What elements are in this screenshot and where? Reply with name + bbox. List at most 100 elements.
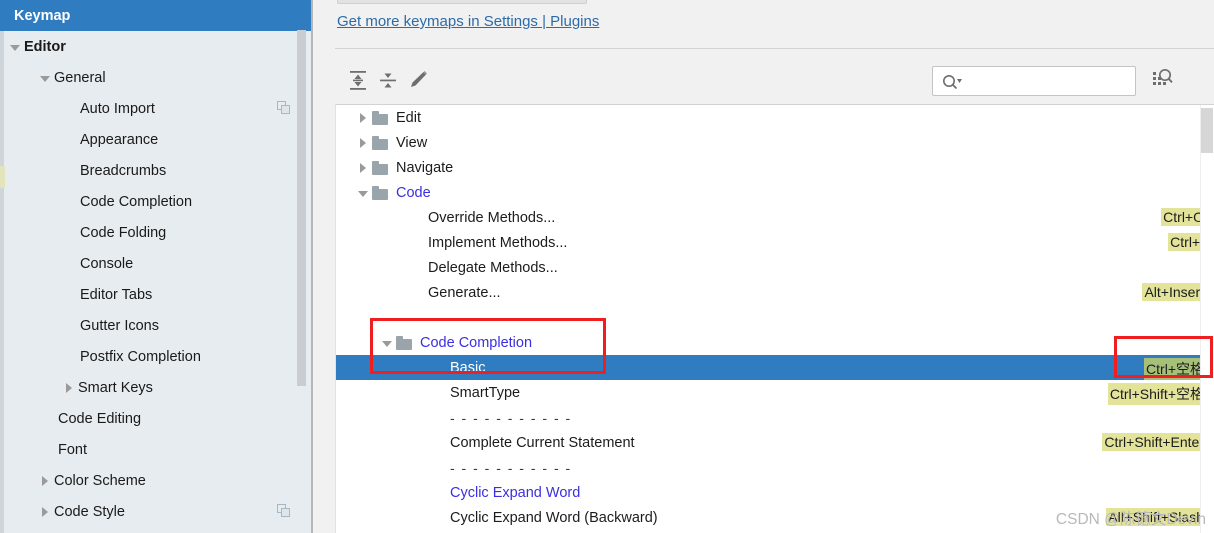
sidebar-item-code-editing[interactable]: Code Editing (0, 403, 311, 434)
tree-row[interactable]: SmartType Ctrl+Shift+空格 (336, 380, 1214, 405)
shortcut-badge: Ctrl+Shift+Enter (1102, 433, 1206, 451)
chevron-down-icon[interactable] (356, 186, 370, 200)
sidebar-item-label: Color Scheme (54, 472, 146, 489)
chevron-right-icon[interactable] (356, 161, 370, 175)
search-input[interactable] (967, 67, 1133, 95)
sidebar-item-label: Editor Tabs (80, 286, 153, 303)
tree-row[interactable]: Edit (336, 105, 1214, 130)
sidebar-item-label: Font (58, 441, 88, 458)
tree-row-label: View (396, 134, 428, 151)
chevron-right-icon[interactable] (356, 136, 370, 150)
sidebar-item-keymap[interactable]: Keymap (0, 0, 311, 31)
sidebar-item-postfix-completion[interactable]: Postfix Completion (0, 341, 311, 372)
folder-icon (372, 185, 389, 200)
tree-row-label: Override Methods... (428, 209, 556, 226)
search-icon[interactable] (941, 73, 965, 91)
tree-row[interactable]: Delegate Methods... (336, 255, 1214, 280)
watermark: CSDN @陈德文Devin (1055, 511, 1206, 528)
sidebar-item-smart-keys[interactable]: Smart Keys (0, 372, 311, 403)
sidebar-item-breadcrumbs[interactable]: Breadcrumbs (0, 155, 311, 186)
sidebar-item-color-scheme[interactable]: Color Scheme (0, 465, 311, 496)
tree-row-label: Cyclic Expand Word (450, 484, 581, 501)
shortcut-badge: Alt+Insert (1142, 283, 1206, 301)
copy-settings-icon[interactable] (277, 101, 291, 115)
sidebar-item-gutter-icons[interactable]: Gutter Icons (0, 310, 311, 341)
chevron-down-icon[interactable] (38, 71, 52, 85)
tree-separator: - - - - - - - - - - - (336, 455, 1214, 480)
sidebar-scrollbar-thumb[interactable] (297, 30, 306, 386)
tree-separator: - - - - - - - - - - - (336, 405, 1214, 430)
copy-settings-icon[interactable] (277, 504, 291, 518)
sidebar-item-console[interactable]: Console (0, 248, 311, 279)
tree-row-label: Code (396, 184, 431, 201)
folder-icon (372, 135, 389, 150)
header-divider (335, 48, 1214, 49)
sidebar-item-list[interactable]: Keymap Editor General Auto Import Appearance… (0, 0, 311, 527)
tree-scrollbar[interactable] (1200, 105, 1214, 533)
folder-icon (396, 335, 413, 350)
tree-row-label: Cyclic Expand Word (Backward) (450, 509, 658, 526)
sidebar-item-label: Code Completion (80, 193, 193, 210)
sidebar-item-label: Gutter Icons (80, 317, 159, 334)
expand-all-icon[interactable] (345, 67, 371, 93)
folder-icon (372, 110, 389, 125)
sidebar-item-code-completion[interactable]: Code Completion (0, 186, 311, 217)
tree-scrollbar-thumb[interactable] (1201, 108, 1213, 153)
sidebar-item-general[interactable]: General (0, 62, 311, 93)
sidebar-item-code-folding[interactable]: Code Folding (0, 217, 311, 248)
settings-keymap-window: Keymap Editor General Auto Import Appearance… (0, 0, 1214, 533)
sidebar-item-appearance[interactable]: Appearance (0, 124, 311, 155)
get-more-keymaps-link[interactable]: Get more keymaps in Settings | Plugins (337, 13, 599, 30)
tree-row[interactable]: Cyclic Expand Word (336, 480, 1214, 505)
chevron-right-icon[interactable] (356, 111, 370, 125)
keymap-actions-tree[interactable]: Edit View Navigate Code Override Methods... C… (335, 104, 1214, 533)
chevron-down-icon[interactable] (8, 40, 22, 54)
sidebar-item-editor-tabs[interactable]: Editor Tabs (0, 279, 311, 310)
tree-row[interactable]: Code (336, 180, 1214, 205)
sidebar-item-label: Smart Keys (78, 379, 153, 396)
tree-row-label: Edit (396, 109, 421, 126)
keymap-select-combobox[interactable] (337, 0, 587, 4)
sidebar-item-code-style[interactable]: Code Style (0, 496, 311, 527)
tree-row-label: Complete Current Statement (450, 434, 635, 451)
sidebar-item-label: Editor (24, 38, 66, 55)
sidebar-item-editor[interactable]: Editor (0, 31, 311, 62)
chevron-right-icon[interactable] (38, 505, 52, 519)
sidebar-item-label: Code Folding (80, 224, 167, 241)
sidebar-item-font[interactable]: Font (0, 434, 311, 465)
chevron-right-icon[interactable] (62, 381, 76, 395)
tree-row[interactable]: Generate... Alt+Insert (336, 280, 1214, 305)
tree-row[interactable]: Complete Current Statement Ctrl+Shift+Ent… (336, 430, 1214, 455)
sidebar-item-label: Appearance (80, 131, 159, 148)
tree-row[interactable]: Override Methods... Ctrl+O (336, 205, 1214, 230)
tree-row[interactable]: View (336, 130, 1214, 155)
tree-row-list[interactable]: Edit View Navigate Code Override Methods... C… (336, 105, 1214, 530)
sidebar-scrollbar[interactable] (297, 0, 309, 533)
tree-row-label: Generate... (428, 284, 501, 301)
tree-row-label: Basic (450, 359, 486, 376)
sidebar-item-label: Code Style (54, 503, 125, 520)
chevron-down-icon[interactable] (380, 336, 394, 350)
sidebar-item-auto-import[interactable]: Auto Import (0, 93, 311, 124)
collapse-all-icon[interactable] (375, 67, 401, 93)
tree-row[interactable]: Code Completion (336, 330, 1214, 355)
edit-shortcut-pencil-icon[interactable] (405, 67, 431, 93)
tree-row[interactable]: Basic Ctrl+空格 (336, 355, 1214, 380)
tree-row-label: SmartType (450, 384, 521, 401)
shortcut-badge: Ctrl+空格 (1144, 358, 1206, 380)
tree-row-label: Navigate (396, 159, 454, 176)
find-by-shortcut-icon[interactable] (1147, 64, 1177, 94)
tree-row-label: Delegate Methods... (428, 259, 558, 276)
search-field-container[interactable] (932, 66, 1136, 96)
separator-dashes: - - - - - - - - - - - (450, 459, 572, 476)
tree-row-label: Implement Methods... (428, 234, 568, 251)
settings-categories-sidebar[interactable]: Keymap Editor General Auto Import Appearance… (0, 0, 313, 533)
sidebar-item-label: Breadcrumbs (80, 162, 167, 179)
sidebar-item-label: Postfix Completion (80, 348, 201, 365)
tree-row-label: Code Completion (420, 334, 533, 351)
chevron-right-icon[interactable] (38, 474, 52, 488)
tree-row[interactable]: Navigate (336, 155, 1214, 180)
tree-row[interactable]: Implement Methods... Ctrl+I (336, 230, 1214, 255)
sidebar-item-label: Console (80, 255, 134, 272)
shortcut-badge: Ctrl+Shift+空格 (1107, 383, 1206, 405)
